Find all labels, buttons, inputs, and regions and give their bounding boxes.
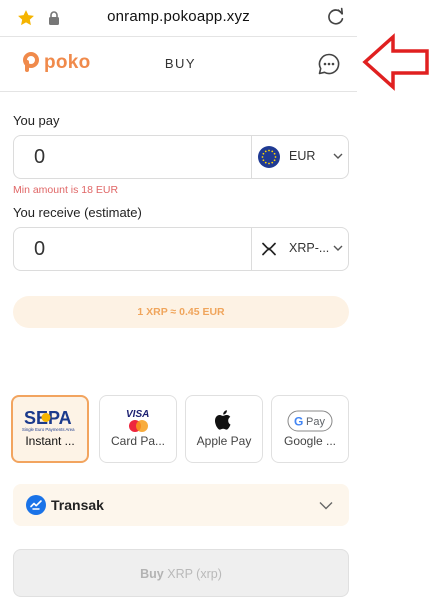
xrp-icon bbox=[262, 242, 276, 256]
reload-icon[interactable] bbox=[325, 6, 347, 28]
receive-currency-code: XRP-... bbox=[289, 241, 330, 255]
buy-button-label: Buy bbox=[140, 567, 164, 581]
exchange-rate-badge: 1 XRP ≈ 0.45 EUR bbox=[13, 296, 349, 328]
pay-label: You pay bbox=[13, 113, 60, 128]
receive-amount-box: XRP-... bbox=[13, 227, 349, 271]
pay-currency-code: EUR bbox=[289, 149, 316, 163]
visa-text: VISA bbox=[126, 409, 149, 420]
buy-button-asset: XRP (xrp) bbox=[167, 567, 222, 581]
chevron-down-icon bbox=[333, 153, 343, 159]
method-label: Card Pa... bbox=[110, 434, 166, 448]
pay-currency-select[interactable]: EUR bbox=[251, 136, 349, 178]
provider-select[interactable]: Transak bbox=[13, 484, 349, 526]
chevron-down-icon bbox=[319, 502, 333, 510]
chevron-down-icon bbox=[333, 245, 343, 251]
transak-icon bbox=[26, 495, 46, 515]
chat-bubble-icon[interactable] bbox=[317, 52, 341, 76]
page-title: BUY bbox=[164, 56, 197, 71]
svg-text:G: G bbox=[294, 415, 303, 429]
receive-amount-input[interactable] bbox=[14, 228, 251, 270]
eu-flag-icon bbox=[258, 146, 280, 168]
provider-name: Transak bbox=[51, 497, 104, 513]
sepa-logo-subtitle: Single Euro Payments Area bbox=[22, 427, 75, 432]
payment-method-apple-pay[interactable]: Apple Pay bbox=[185, 395, 263, 463]
payment-method-sepa[interactable]: SEPA Single Euro Payments Area Instant .… bbox=[11, 395, 89, 463]
method-label: Google ... bbox=[283, 434, 337, 448]
sepa-logo: SEPA Single Euro Payments Area bbox=[22, 408, 75, 432]
method-label: Instant ... bbox=[25, 434, 75, 448]
payment-method-card[interactable]: VISA Card Pa... bbox=[99, 395, 177, 463]
payment-methods: SEPA Single Euro Payments Area Instant .… bbox=[11, 395, 351, 463]
apple-icon bbox=[215, 410, 231, 430]
receive-label: You receive (estimate) bbox=[13, 205, 142, 220]
payment-method-google-pay[interactable]: G Pay Google ... bbox=[271, 395, 349, 463]
app-header: poko BUY bbox=[0, 37, 357, 91]
visa-mastercard-logo: VISA bbox=[126, 409, 149, 432]
buy-button[interactable]: Buy XRP (xrp) bbox=[13, 549, 349, 597]
gpay-text: Pay bbox=[306, 416, 325, 428]
min-amount-error: Min amount is 18 EUR bbox=[13, 184, 119, 196]
method-label: Apple Pay bbox=[196, 434, 252, 448]
url-text[interactable]: onramp.pokoapp.xyz bbox=[0, 8, 357, 25]
google-pay-logo: G Pay bbox=[287, 410, 333, 432]
divider bbox=[0, 91, 357, 92]
browser-url-bar: onramp.pokoapp.xyz bbox=[0, 0, 357, 36]
pay-amount-box: EUR bbox=[13, 135, 349, 179]
pay-amount-input[interactable] bbox=[14, 136, 251, 178]
receive-currency-select[interactable]: XRP-... bbox=[251, 228, 349, 270]
red-arrow-left-icon bbox=[362, 33, 429, 91]
